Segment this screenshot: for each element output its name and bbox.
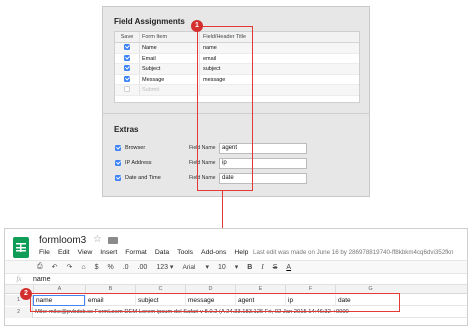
highlight-box-field-titles [197,26,253,191]
sheets-logo-icon[interactable] [13,237,29,258]
form-item-cell: Message [139,74,199,84]
callout-badge-1: 1 [191,20,203,32]
last-edit-link[interactable]: Last edit was made on June 16 by 2869788… [253,249,467,256]
highlight-box-header-row [30,293,400,312]
menu-tools[interactable]: Tools [177,249,193,256]
redo-icon[interactable]: ↷ [66,263,72,271]
column-header-form-item: Form Item [139,32,199,42]
menu-add-ons[interactable]: Add-ons [201,249,226,256]
menu-edit[interactable]: Edit [58,249,70,256]
bold-button[interactable]: B [247,264,252,271]
column-header-save: Save [120,34,134,40]
chevron-down-icon[interactable]: ▾ [235,263,239,271]
increase-decimal-button[interactable]: .00 [138,264,148,271]
callout-badge-2: 2 [20,288,32,300]
form-item-cell: Submit [139,85,199,95]
save-checkbox[interactable] [124,75,130,82]
italic-button[interactable]: I [261,263,263,271]
text-color-button[interactable]: A [286,264,291,271]
extra-label: Date and Time [125,175,161,181]
formula-input[interactable]: name [33,276,51,283]
menu-help[interactable]: Help [234,249,248,256]
menu-format[interactable]: Format [125,249,147,256]
extra-label: Browser [125,145,146,151]
form-item-cell: Name [139,43,199,53]
strikethrough-button[interactable]: S [273,264,278,271]
field-assignments-title: Field Assignments [114,17,185,26]
form-item-cell: Email [139,53,199,63]
folder-icon[interactable] [108,237,118,244]
form-settings-panel: Field Assignments Save Form Item Field/H… [102,6,370,197]
menu-bar: File Edit View Insert Format Data Tools … [39,249,256,256]
extra-checkbox[interactable] [115,159,121,166]
toolbar: ⎙ ↶ ↷ ⌂ $ % .0 .00 123 ▾ Arial ▾ 10 ▾ B … [5,260,467,274]
font-size-select[interactable]: 10 [218,264,226,271]
paint-format-icon[interactable]: ⌂ [81,264,85,271]
save-checkbox[interactable] [124,65,130,72]
extra-label: IP Address [125,160,152,166]
percent-button[interactable]: % [108,264,114,271]
save-checkbox[interactable] [124,86,130,93]
formula-bar: fx name [5,274,467,285]
star-icon[interactable]: ☆ [93,234,102,245]
extra-checkbox[interactable] [115,144,121,151]
fx-icon: fx [16,275,22,283]
save-checkbox[interactable] [124,54,130,61]
row-number[interactable]: 2 [5,307,33,318]
font-select[interactable]: Arial [182,264,195,271]
menu-data[interactable]: Data [155,249,169,256]
print-icon[interactable]: ⎙ [37,263,43,271]
menu-view[interactable]: View [78,249,93,256]
undo-icon[interactable]: ↶ [52,263,58,271]
chevron-down-icon[interactable]: ▾ [205,263,209,271]
extra-checkbox[interactable] [115,174,121,181]
menu-insert[interactable]: Insert [100,249,117,256]
form-item-cell: Subject [139,64,199,74]
decrease-decimal-button[interactable]: .0 [123,264,129,271]
more-formats-button[interactable]: 123 ▾ [156,263,173,271]
currency-button[interactable]: $ [95,264,99,271]
menu-file[interactable]: File [39,249,50,256]
save-checkbox[interactable] [124,44,130,51]
document-title[interactable]: formloom3 [39,235,86,246]
extras-title: Extras [114,125,139,134]
